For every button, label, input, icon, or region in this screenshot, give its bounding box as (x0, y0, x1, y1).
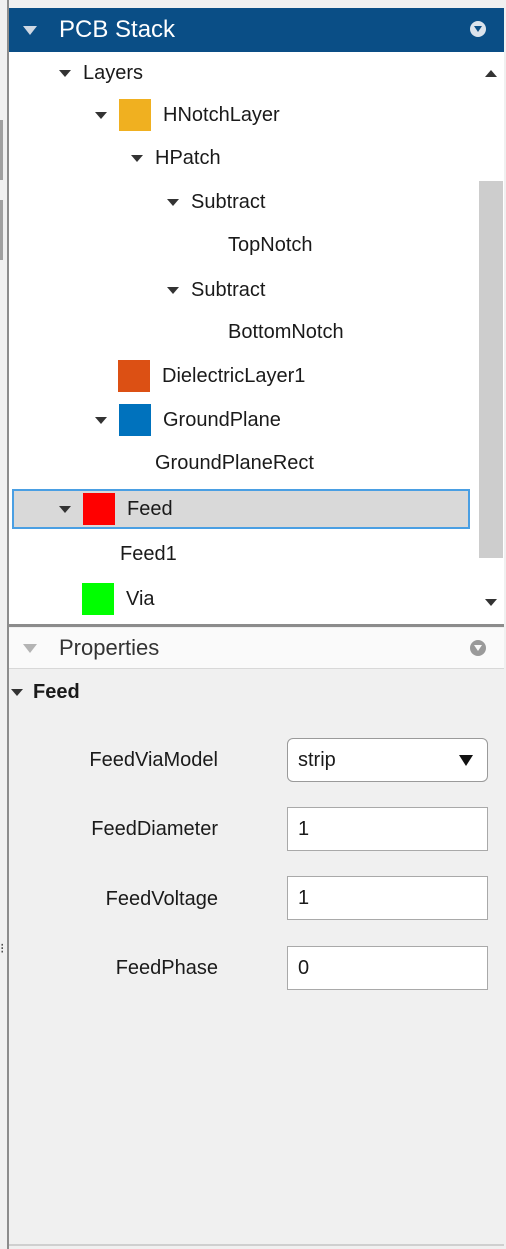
tree-item-layers[interactable]: Layers (59, 55, 143, 91)
collapse-triangle-icon[interactable] (23, 25, 37, 35)
tree-item-label: Feed1 (120, 542, 177, 565)
feed-voltage-field[interactable]: 1 (287, 876, 488, 920)
tree-item-label: TopNotch (228, 233, 313, 256)
expand-arrow-icon[interactable] (131, 154, 143, 162)
tree-item-label: Via (126, 587, 155, 610)
edge-mark (0, 120, 3, 180)
layer-color-swatch (119, 404, 151, 436)
field-value: 0 (298, 956, 310, 979)
layer-color-swatch (119, 99, 151, 131)
collapse-triangle-icon[interactable] (23, 643, 37, 653)
tree-item-label: DielectricLayer1 (162, 364, 306, 387)
expand-arrow-icon[interactable] (95, 416, 107, 424)
tree-item-subtract[interactable]: Subtract (167, 184, 265, 220)
bottom-border (9, 1244, 504, 1246)
properties-title: Properties (59, 635, 160, 660)
tree-item-label: Layers (83, 61, 144, 84)
tree-item-hnotchlayer[interactable]: HNotchLayer (95, 97, 280, 133)
tree-item-label: BottomNotch (228, 320, 344, 343)
property-group-feed[interactable]: Feed (9, 674, 80, 710)
feed-via-model-dropdown[interactable]: strip (287, 738, 488, 782)
feed-via-model-label: FeedViaModel (89, 749, 218, 771)
tree-item-label: Subtract (191, 278, 266, 301)
pcb-stack-tree[interactable]: Layers HNotchLayer HPatch Subtract TopNo… (9, 52, 504, 624)
tree-item-label: Subtract (191, 190, 266, 213)
properties-header[interactable]: Properties (9, 628, 504, 669)
tree-item-subtract[interactable]: Subtract (167, 272, 265, 308)
layer-color-swatch (83, 493, 115, 525)
expand-arrow-icon[interactable] (167, 198, 179, 206)
tree-item-bottomnotch[interactable]: BottomNotch (228, 314, 344, 350)
splitter-grip-icon[interactable]: ⁝ (0, 940, 4, 957)
panel-divider[interactable] (9, 624, 504, 627)
tree-item-dielectriclayer1[interactable]: DielectricLayer1 (118, 358, 305, 394)
pcb-stack-header[interactable]: PCB Stack (9, 8, 504, 52)
field-value: 1 (298, 817, 310, 840)
feed-phase-field[interactable]: 0 (287, 946, 488, 990)
expand-arrow-icon[interactable] (167, 286, 179, 294)
field-value: 1 (298, 886, 310, 909)
tree-item-feed[interactable]: Feed (59, 491, 173, 527)
tree-item-label: GroundPlaneRect (155, 451, 314, 474)
tree-item-via[interactable]: Via (82, 581, 155, 617)
scroll-down-icon[interactable] (485, 599, 497, 606)
feed-voltage-label: FeedVoltage (105, 888, 218, 910)
left-panel-edge: ⁝ (0, 0, 9, 1249)
tree-item-groundplanerect[interactable]: GroundPlaneRect (155, 445, 314, 481)
feed-phase-label: FeedPhase (115, 957, 218, 979)
expand-arrow-icon[interactable] (11, 688, 23, 696)
tree-item-label: HPatch (155, 146, 221, 169)
scroll-up-icon[interactable] (485, 70, 497, 77)
scrollbar-thumb[interactable] (479, 181, 503, 558)
feed-diameter-label: FeedDiameter (91, 818, 218, 840)
tree-item-hpatch[interactable]: HPatch (131, 140, 221, 176)
tree-item-label: GroundPlane (163, 408, 281, 431)
tree-item-label: Feed (127, 497, 173, 520)
tree-item-topnotch[interactable]: TopNotch (228, 227, 313, 263)
tree-item-feed1[interactable]: Feed1 (120, 536, 177, 572)
layer-color-swatch (82, 583, 114, 615)
panel-options-icon[interactable] (470, 21, 486, 37)
edge-mark (0, 200, 3, 260)
dropdown-value: strip (298, 748, 336, 771)
feed-diameter-field[interactable]: 1 (287, 807, 488, 851)
panel-options-icon[interactable] (470, 640, 486, 656)
expand-arrow-icon[interactable] (59, 69, 71, 77)
property-group-label: Feed (33, 680, 80, 703)
dropdown-arrow-icon[interactable] (459, 755, 473, 766)
tree-item-groundplane[interactable]: GroundPlane (95, 402, 281, 438)
expand-arrow-icon[interactable] (95, 111, 107, 119)
pcb-stack-title: PCB Stack (59, 16, 176, 43)
tree-item-label: HNotchLayer (163, 103, 280, 126)
layer-color-swatch (118, 360, 150, 392)
expand-arrow-icon[interactable] (59, 505, 71, 513)
